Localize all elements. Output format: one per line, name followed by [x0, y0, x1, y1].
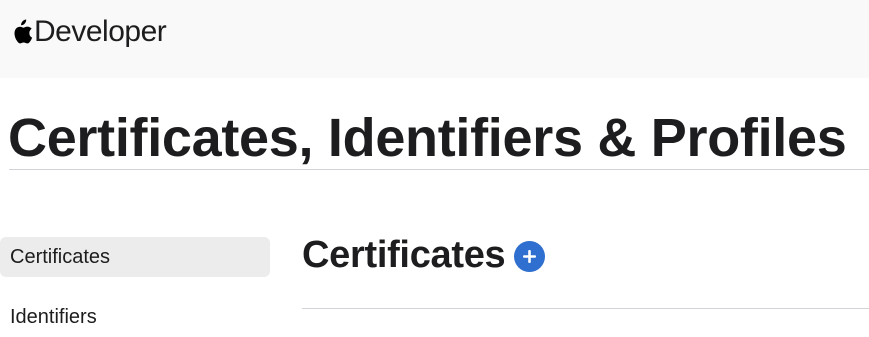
title-divider — [9, 169, 869, 170]
developer-home-link[interactable]: Developer — [11, 14, 167, 50]
plus-icon — [523, 249, 537, 263]
section-header: Certificates — [302, 230, 546, 280]
sidebar-item-identifiers[interactable]: Identifiers — [0, 297, 270, 337]
sidebar-item-certificates[interactable]: Certificates — [0, 237, 270, 277]
apple-logo-icon — [14, 19, 33, 44]
page-title: Certificates, Identifiers & Profiles — [8, 108, 847, 168]
sidebar-item-label: Identifiers — [10, 306, 97, 328]
brand-label: Developer — [34, 15, 167, 48]
top-navigation-bar: Developer — [0, 0, 869, 78]
add-certificate-button[interactable] — [514, 240, 546, 272]
section-divider — [302, 308, 869, 309]
sidebar-item-label: Certificates — [10, 246, 111, 268]
section-title: Certificates — [302, 234, 506, 276]
sidebar: Certificates Identifiers — [0, 237, 270, 337]
